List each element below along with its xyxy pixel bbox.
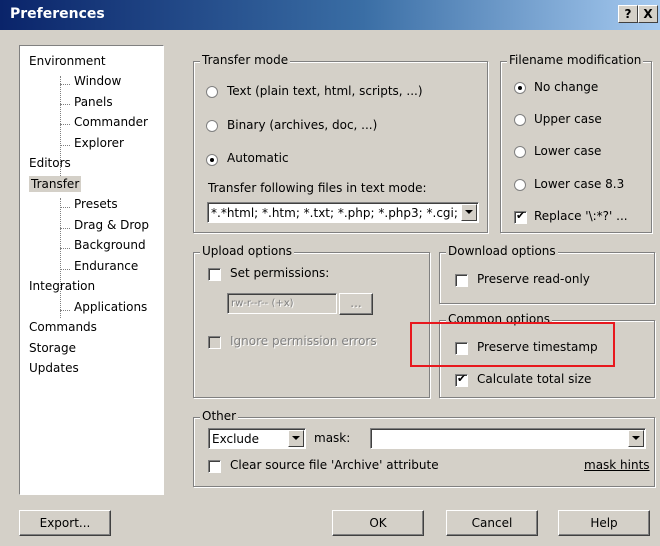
automatic-mode-label: Automatic (227, 151, 289, 165)
calculate-total-size-checkbox[interactable] (455, 372, 468, 387)
text-files-mask-combo[interactable]: *.*html; *.htm; *.txt; *.php; *.php3; *.… (207, 202, 479, 223)
tree-item-integration[interactable]: Integration (29, 278, 95, 294)
tree-item-presets[interactable]: Presets (74, 196, 118, 212)
ok-button[interactable]: OK (332, 510, 424, 536)
transfer-mode-title: Transfer mode (200, 53, 291, 67)
lower-case-radio[interactable] (514, 146, 526, 158)
lower-case-83-label: Lower case 8.3 (534, 177, 625, 191)
binary-mode-label: Binary (archives, doc, ...) (227, 118, 378, 132)
transfer-mode-group: Transfer mode Text (plain text, html, sc… (193, 53, 488, 233)
tree-item-updates[interactable]: Updates (29, 360, 79, 376)
text-files-mask-value: *.*html; *.htm; *.txt; *.php; *.php3; *.… (211, 206, 458, 220)
no-change-radio[interactable] (514, 82, 526, 94)
tree-item-applications[interactable]: Applications (74, 299, 147, 315)
tree-item-editors[interactable]: Editors (29, 155, 71, 171)
text-files-label: Transfer following files in text mode: (208, 181, 427, 195)
clear-archive-label: Clear source file 'Archive' attribute (230, 458, 439, 472)
set-permissions-checkbox[interactable] (208, 268, 221, 281)
other-group: Other Exclude mask: Clear source file 'A… (193, 409, 655, 487)
category-tree[interactable]: Environment Window Panels Commander Expl… (19, 45, 164, 495)
mask-combo[interactable] (370, 428, 646, 449)
mask-label: mask: (314, 431, 351, 445)
ignore-permission-errors-checkbox (208, 336, 221, 349)
other-title: Other (200, 409, 239, 423)
replace-chars-label: Replace '\:*?' ... (534, 209, 628, 223)
tree-item-window[interactable]: Window (74, 73, 121, 89)
text-mode-label: Text (plain text, html, scripts, ...) (227, 84, 423, 98)
automatic-mode-radio[interactable] (206, 154, 218, 166)
upper-case-label: Upper case (534, 112, 602, 126)
lower-case-83-radio[interactable] (514, 179, 526, 191)
text-mode-radio[interactable] (206, 86, 218, 98)
filename-modification-group: Filename modification No change Upper ca… (500, 53, 652, 233)
highlight-box (410, 322, 615, 367)
preserve-readonly-checkbox[interactable] (455, 274, 468, 287)
tree-item-panels[interactable]: Panels (74, 94, 113, 110)
dropdown-arrow-icon[interactable] (461, 204, 477, 221)
upload-options-group: Upload options Set permissions: rw-r--r-… (193, 244, 430, 398)
help-title-button[interactable]: ? (618, 5, 638, 23)
permissions-dots-button: ... (339, 293, 373, 315)
tree-item-background[interactable]: Background (74, 237, 146, 253)
no-change-label: No change (534, 80, 599, 94)
binary-mode-radio[interactable] (206, 120, 218, 132)
close-button[interactable]: X (638, 5, 658, 23)
tree-item-storage[interactable]: Storage (29, 340, 76, 356)
help-button[interactable]: Help (558, 510, 650, 536)
download-options-group: Download options Preserve read-only (439, 244, 655, 304)
upload-options-title: Upload options (200, 244, 295, 258)
mask-hints-link[interactable]: mask hints (584, 458, 650, 472)
export-button[interactable]: Export... (19, 510, 111, 536)
permissions-value: rw-r--r-- (+x) (231, 298, 294, 309)
preserve-readonly-label: Preserve read-only (477, 272, 590, 286)
tree-item-transfer[interactable]: Transfer (29, 176, 82, 192)
tree-item-commander[interactable]: Commander (74, 114, 148, 130)
clear-archive-checkbox[interactable] (208, 460, 221, 473)
dropdown-arrow-icon[interactable] (628, 430, 644, 447)
tree-item-drag-drop[interactable]: Drag & Drop (74, 217, 149, 233)
download-options-title: Download options (446, 244, 558, 258)
replace-chars-checkbox[interactable] (514, 209, 527, 224)
lower-case-label: Lower case (534, 144, 602, 158)
permissions-field: rw-r--r-- (+x) (227, 293, 337, 314)
cancel-button[interactable]: Cancel (446, 510, 538, 536)
include-exclude-value: Exclude (212, 432, 260, 446)
ignore-permission-errors-label: Ignore permission errors (230, 334, 377, 348)
set-permissions-label: Set permissions: (230, 266, 330, 280)
calculate-total-size-label: Calculate total size (477, 372, 592, 386)
tree-item-endurance[interactable]: Endurance (74, 258, 138, 274)
dropdown-arrow-icon[interactable] (288, 430, 304, 447)
tree-item-environment[interactable]: Environment (29, 53, 106, 69)
filename-modification-title: Filename modification (507, 53, 644, 67)
tree-item-explorer[interactable]: Explorer (74, 135, 124, 151)
tree-item-commands[interactable]: Commands (29, 319, 97, 335)
preferences-dialog: Preferences ? X Environment Window Panel… (0, 0, 660, 546)
upper-case-radio[interactable] (514, 114, 526, 126)
include-exclude-combo[interactable]: Exclude (208, 428, 306, 449)
title-bar: Preferences ? X (0, 0, 660, 30)
window-title: Preferences (10, 6, 105, 22)
